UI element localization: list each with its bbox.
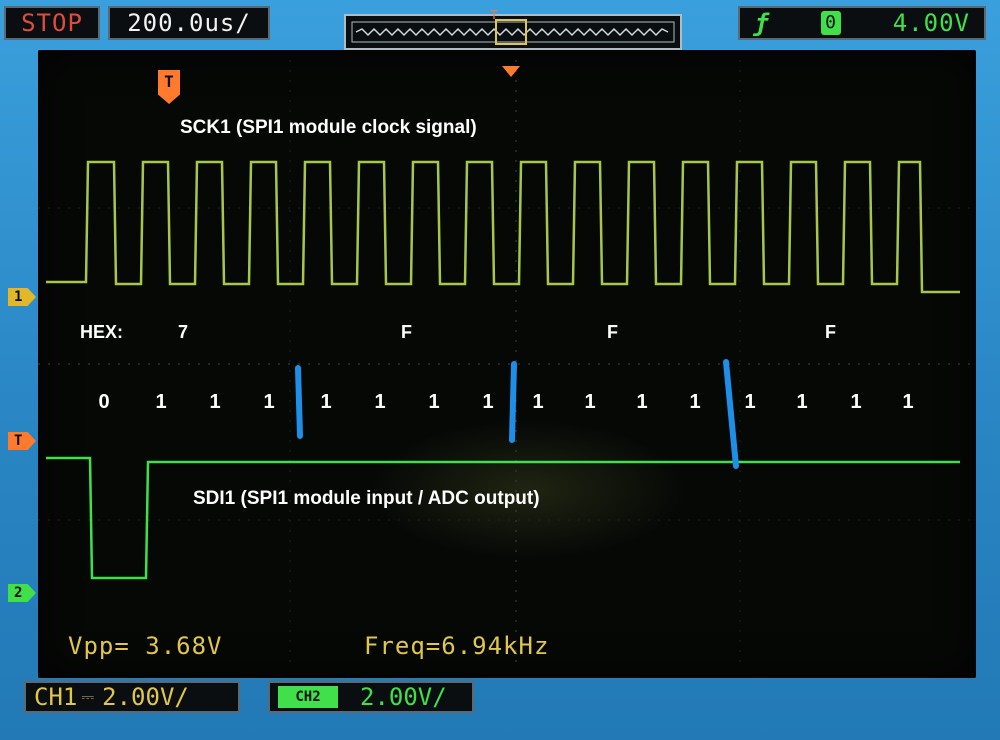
byte-separator-mark-1 [295, 365, 303, 439]
bit-value: 1 [263, 391, 275, 413]
bit-value: 1 [689, 391, 701, 413]
bit-value: 1 [584, 391, 596, 413]
bit-value: 1 [428, 391, 440, 413]
byte-separator-mark-3 [723, 359, 739, 469]
ch2-badge-icon: CH2 [278, 686, 338, 708]
bit-value: 1 [744, 391, 756, 413]
bit-value: 1 [482, 391, 494, 413]
sdi-annotation: SDI1 (SPI1 module input / ADC output) [193, 488, 540, 509]
byte-separator-mark-2 [509, 361, 517, 443]
dc-coupling-icon: ⎓ [81, 687, 95, 706]
bit-value: 1 [532, 391, 544, 413]
vpp-measurement: Vpp= 3.68V [68, 632, 223, 660]
ch1-label: CH1 [34, 683, 78, 711]
ch1-sck-trace [46, 160, 960, 294]
ch1-scale: 2.00V/ [102, 683, 189, 711]
bit-value: 1 [636, 391, 648, 413]
ch2-scale-box[interactable]: CH2 2.00V/ [268, 681, 474, 713]
bit-value: 1 [155, 391, 167, 413]
waveform-area [38, 60, 976, 670]
ch1-scale-box[interactable]: CH1 ⎓ 2.00V/ [24, 681, 240, 713]
bit-value: 1 [209, 391, 221, 413]
hex-digit: F [825, 322, 836, 342]
graticule [38, 60, 976, 670]
bit-value: 1 [850, 391, 862, 413]
ch2-scale: 2.00V/ [360, 683, 447, 711]
trigger-position-marker[interactable] [502, 66, 520, 77]
ch2-sdi-trace [46, 456, 960, 580]
bit-value: 1 [902, 391, 914, 413]
bit-value: 0 [98, 391, 110, 413]
hex-digit: F [401, 322, 412, 342]
bit-value: 1 [374, 391, 386, 413]
sck-annotation: SCK1 (SPI1 module clock signal) [180, 117, 477, 138]
frequency-measurement: Freq=6.94kHz [364, 632, 550, 660]
hex-digit: F [607, 322, 618, 342]
bit-value: 1 [320, 391, 332, 413]
bit-value: 1 [796, 391, 808, 413]
hex-digit: 7 [178, 322, 189, 342]
hex-label: HEX: [80, 322, 124, 342]
